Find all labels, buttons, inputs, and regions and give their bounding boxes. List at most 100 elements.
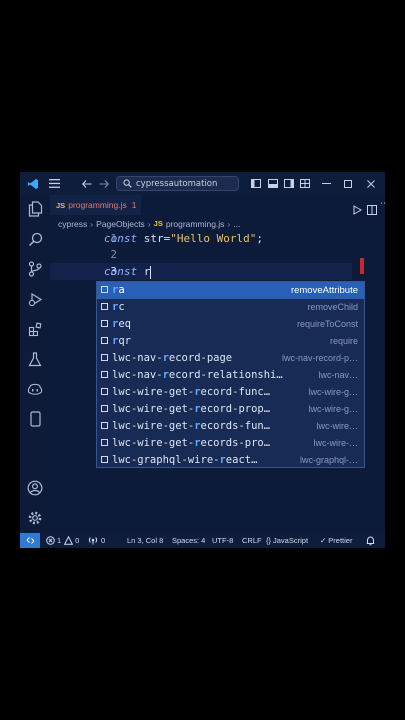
indentation[interactable]: Spaces: 4 [172, 533, 205, 548]
editor-actions: ⋯ [320, 195, 385, 215]
close-icon[interactable] [363, 172, 379, 195]
suggestion-item[interactable]: lwc-wire-get-records-pro… lwc-wire-… [97, 435, 364, 452]
explorer-icon[interactable] [25, 199, 45, 219]
menu-icon[interactable] [46, 172, 62, 195]
suggestion-item[interactable]: ra removeAttribute [97, 282, 364, 299]
suggestion-detail: lwc-graphql-… [299, 455, 358, 465]
suggestion-detail: lwc-wire-… [313, 438, 359, 448]
suggestion-label: req [112, 318, 131, 330]
cursor-position[interactable]: Ln 3, Col 8 [127, 533, 163, 548]
minimize-icon[interactable] [318, 172, 334, 195]
account-icon[interactable] [25, 478, 45, 498]
breadcrumb-folder-pageobjects[interactable]: PageObjects [96, 219, 145, 229]
tab-label: programming.js [68, 200, 127, 210]
chevron-right-icon: › [227, 218, 231, 229]
text-snippet-icon [101, 371, 108, 378]
testing-flask-icon[interactable] [25, 349, 45, 369]
more-actions-icon[interactable]: ⋯ [380, 199, 385, 209]
text-snippet-icon [101, 303, 108, 310]
suggestion-item[interactable]: rc removeChild [97, 299, 364, 316]
breadcrumb-file[interactable]: programming.js [166, 219, 225, 229]
suggestion-item[interactable]: req requireToConst [97, 316, 364, 333]
suggestion-label: lwc-wire-get-records-fun… [112, 420, 271, 432]
suggestion-widget[interactable]: ra removeAttribute rc removeChild req require… [96, 281, 365, 468]
text-snippet-icon [101, 388, 108, 395]
suggestion-label: ra [112, 284, 125, 296]
breadcrumb-folder-cypress[interactable]: cypress [58, 219, 87, 229]
encoding[interactable]: UTF-8 [212, 533, 233, 548]
language-mode[interactable]: {} JavaScript [266, 533, 308, 548]
extensions-icon[interactable] [25, 319, 45, 339]
text-snippet-icon [101, 456, 108, 463]
suggestion-item[interactable]: lwc-graphql-wire-react… lwc-graphql-… [97, 452, 364, 469]
suggestion-detail: lwc-wire-g… [308, 387, 359, 397]
copilot-icon[interactable] [25, 379, 45, 399]
suggestion-detail: requireToConst [296, 319, 358, 329]
tab-problem-count: 1 [131, 200, 137, 210]
text-snippet-icon [101, 337, 108, 344]
end-of-line[interactable]: CRLF [242, 533, 262, 548]
command-center-search[interactable]: cypressautomation [116, 176, 239, 191]
suggestion-item[interactable]: lwc-wire-get-record-prop… lwc-wire-g… [97, 401, 364, 418]
suggestion-label: lwc-wire-get-records-pro… [112, 437, 271, 449]
suggestion-detail: lwc-nav… [318, 370, 358, 380]
toggle-primary-sidebar-icon[interactable] [249, 172, 263, 195]
remote-indicator[interactable] [20, 533, 40, 548]
run-and-debug-icon[interactable] [25, 289, 45, 309]
suggestion-label: rqr [112, 335, 131, 347]
chevron-right-icon: › [90, 218, 94, 229]
suggestion-label: lwc-nav-record-page [112, 352, 233, 364]
code-line: const str="Hello World"; [104, 232, 263, 245]
suggestion-item[interactable]: lwc-wire-get-records-fun… lwc-wire… [97, 418, 364, 435]
breadcrumb: cypress › PageObjects › JS programming.j… [50, 215, 385, 232]
javascript-file-icon: JS [153, 219, 163, 228]
vscode-logo-icon [24, 172, 42, 195]
maximize-icon[interactable] [340, 172, 356, 195]
suggestion-detail: require [329, 336, 358, 346]
check-double-icon: ✓ [320, 536, 327, 545]
warning-icon [64, 536, 74, 545]
text-snippet-icon [101, 405, 108, 412]
error-marker [360, 258, 364, 274]
suggestion-detail: lwc-wire-g… [308, 404, 359, 414]
prettier-status[interactable]: ✓ Prettier [320, 533, 352, 548]
suggestion-detail: removeAttribute [290, 285, 358, 296]
suggestion-item[interactable]: lwc-nav-record-relationshi… lwc-nav… [97, 367, 364, 384]
suggestion-item[interactable]: lwc-wire-get-record-func… lwc-wire-g… [97, 384, 364, 401]
tab-programming-js[interactable]: JS programming.js 1 [50, 195, 141, 215]
status-bar: 1 0 0 Ln 3, Col 8 Spaces: 4 UTF-8 CRLF {… [20, 533, 385, 548]
suggestion-label: rc [112, 301, 125, 313]
suggestion-label: lwc-nav-record-relationshi… [112, 369, 283, 381]
toggle-secondary-sidebar-icon[interactable] [282, 172, 296, 195]
text-snippet-icon [101, 286, 108, 293]
error-count: 1 [57, 536, 62, 545]
text-snippet-icon [101, 354, 108, 361]
settings-gear-icon[interactable] [25, 508, 45, 528]
title-bar: cypressautomation [20, 172, 385, 195]
problems-indicator[interactable]: 1 0 [46, 533, 79, 548]
ports-indicator[interactable]: 0 [88, 533, 105, 548]
source-control-icon[interactable] [25, 259, 45, 279]
customize-layout-icon[interactable] [298, 172, 312, 195]
suggestion-label: lwc-graphql-wire-react… [112, 454, 258, 466]
remote-icon [26, 537, 34, 544]
notifications-bell-icon[interactable] [366, 533, 375, 548]
suggestion-item[interactable]: rqr require [97, 333, 364, 350]
suggestion-item[interactable]: lwc-nav-record-page lwc-nav-record-p… [97, 350, 364, 367]
suggestion-detail: lwc-nav-record-p… [281, 353, 358, 363]
device-phone-icon[interactable] [25, 409, 45, 429]
search-icon[interactable] [25, 229, 45, 249]
back-arrow-icon[interactable] [80, 172, 94, 195]
activity-bar [20, 195, 50, 533]
braces-icon: {} [266, 536, 272, 545]
toggle-panel-icon[interactable] [266, 172, 280, 195]
suggestion-label: lwc-wire-get-record-prop… [112, 403, 271, 415]
text-snippet-icon [101, 439, 108, 446]
forward-arrow-icon[interactable] [97, 172, 111, 195]
breadcrumb-more[interactable]: ... [233, 219, 240, 229]
suggestion-detail: lwc-wire… [316, 421, 359, 431]
search-text: cypressautomation [136, 178, 218, 189]
search-icon [123, 179, 132, 188]
code-line-active: const r [104, 265, 152, 279]
editor-tabs: JS programming.js 1 ⋯ [50, 195, 385, 215]
